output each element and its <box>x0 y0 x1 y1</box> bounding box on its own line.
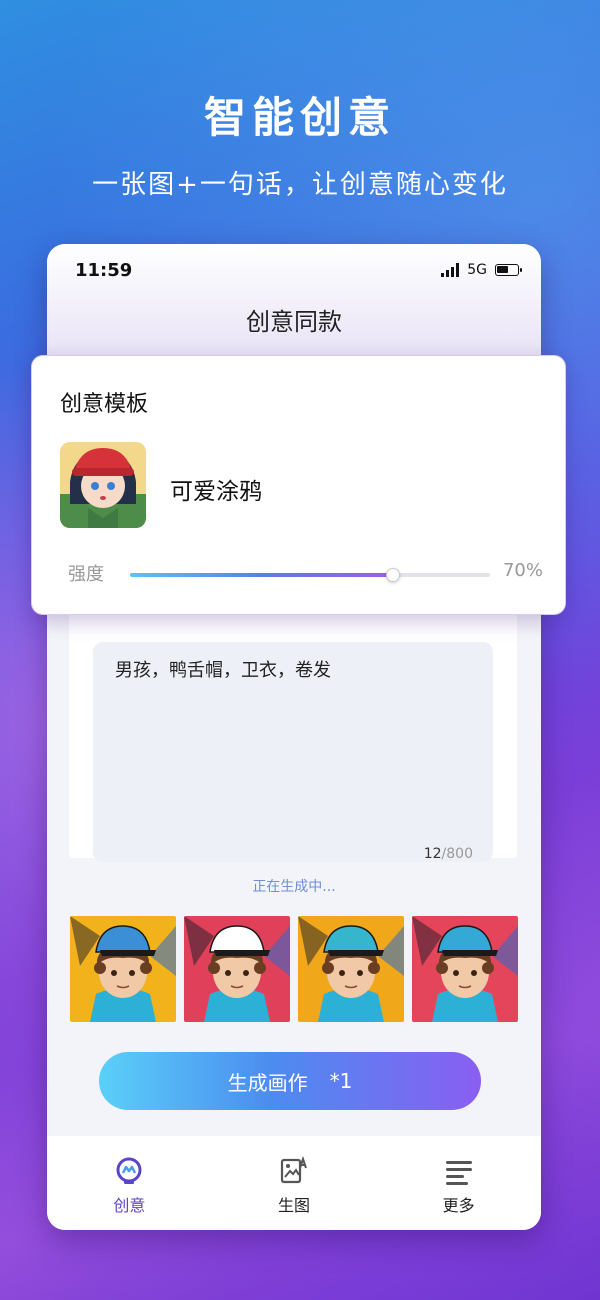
tab-creative[interactable]: 创意 <box>79 1156 179 1216</box>
template-card-title: 创意模板 <box>60 392 149 417</box>
page-title: 创意同款 <box>246 308 342 336</box>
strength-label: 强度 <box>68 564 104 585</box>
battery-icon <box>495 264 522 276</box>
menu-lines-icon <box>445 1161 472 1185</box>
template-thumbnail[interactable] <box>60 442 146 528</box>
template-name: 可爱涂鸦 <box>170 479 262 505</box>
prompt-input[interactable]: 男孩，鸭舌帽，卫衣，卷发 12/800 <box>93 642 493 862</box>
promo-subline: 一张图+一句话，让创意随心变化 <box>92 170 508 200</box>
tab-label-creative: 创意 <box>113 1196 146 1215</box>
char-count-current: 12 <box>423 846 442 862</box>
generation-status: 正在生成中... <box>252 879 336 895</box>
tab-generate-image[interactable]: 生图 <box>244 1156 344 1216</box>
promo-headline: 智能创意 <box>203 93 396 142</box>
strength-value: 70% <box>502 560 543 581</box>
status-indicators: 5G <box>441 262 522 278</box>
generate-cost: *1 <box>329 1069 353 1093</box>
status-time: 11:59 <box>75 260 133 281</box>
tab-bar: 创意 生图 更多 <box>47 1136 541 1230</box>
result-gallery <box>70 916 520 1022</box>
strength-slider-handle[interactable] <box>385 568 400 582</box>
generate-button[interactable]: 生成画作 *1 <box>99 1052 481 1110</box>
generate-button-label: 生成画作 <box>227 1070 308 1095</box>
result-image-4[interactable] <box>412 916 518 1022</box>
prompt-text: 男孩，鸭舌帽，卫衣，卷发 <box>115 660 331 681</box>
image-generate-icon <box>280 1156 307 1184</box>
tab-more[interactable]: 更多 <box>409 1156 509 1216</box>
char-counter: 12/800 <box>424 846 473 862</box>
tab-label-more: 更多 <box>442 1196 475 1215</box>
char-count-max: /800 <box>441 846 473 862</box>
result-image-3[interactable] <box>298 916 404 1022</box>
tab-label-generate: 生图 <box>277 1196 310 1215</box>
network-type: 5G <box>467 262 487 278</box>
strength-slider-fill <box>130 573 393 577</box>
phone-header: 11:59 5G 创意同款 <box>47 244 541 364</box>
result-image-1[interactable] <box>70 916 176 1022</box>
creative-icon <box>116 1157 142 1184</box>
template-card: 创意模板 可爱涂鸦 强度 70% <box>31 355 566 615</box>
signal-icon <box>441 263 460 277</box>
result-image-2[interactable] <box>184 916 290 1022</box>
strength-slider[interactable] <box>130 568 490 582</box>
